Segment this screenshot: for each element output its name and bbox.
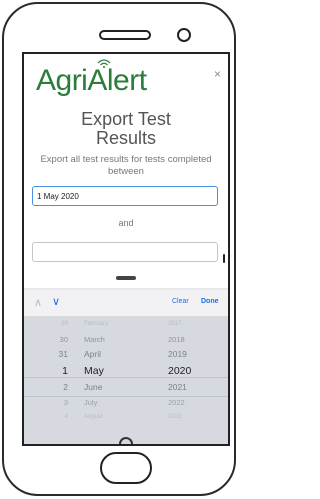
month-option-selected[interactable]: May [84, 362, 154, 380]
year-option-selected[interactable]: 2020 [168, 362, 218, 380]
year-option[interactable]: 2019 [168, 347, 218, 362]
modal-subtitle: Export all test results for tests comple… [40, 154, 212, 177]
year-option[interactable]: 2017 [168, 317, 218, 332]
modal-title: Export Test Results [24, 110, 228, 148]
year-option[interactable]: 2023 [168, 410, 218, 425]
done-button[interactable]: Done [201, 298, 219, 305]
close-button[interactable]: × [214, 67, 221, 81]
logo-text-alert: Alert [87, 64, 147, 97]
modal-title-line2: Results [95, 128, 157, 148]
previous-field-button[interactable]: ∧ [34, 296, 42, 309]
month-option[interactable]: August [84, 410, 154, 425]
signal-icon [97, 59, 111, 68]
month-option[interactable]: March [84, 332, 154, 347]
year-column[interactable]: 2017 2018 2019 2020 2021 2022 2023 [168, 317, 218, 425]
next-field-button[interactable]: ∨ [52, 295, 60, 308]
day-option[interactable]: 4 [38, 410, 68, 425]
month-option[interactable]: June [84, 380, 154, 395]
phone-frame: AgriAlert × Export Test Results Export a… [2, 2, 236, 496]
month-option[interactable]: April [84, 347, 154, 362]
logo-text-agri: Agri [36, 64, 88, 97]
month-option[interactable]: July [84, 395, 154, 410]
day-option[interactable]: 3 [38, 395, 68, 410]
month-option[interactable]: February [84, 317, 154, 332]
end-date-input[interactable] [32, 242, 218, 262]
day-column[interactable]: 29 30 31 1 2 3 4 [38, 317, 68, 425]
day-option-selected[interactable]: 1 [38, 362, 68, 380]
picker-toolbar: ∧ ∨ Clear Done [24, 290, 228, 317]
drag-handle[interactable] [116, 276, 136, 280]
year-option[interactable]: 2022 [168, 395, 218, 410]
day-option[interactable]: 30 [38, 332, 68, 347]
agrialert-logo: AgriAlert [36, 64, 147, 98]
modal-title-line1: Export Test [81, 109, 171, 129]
and-label: and [118, 218, 134, 228]
month-column[interactable]: February March April May June July Augus… [84, 317, 154, 425]
start-date-input[interactable]: 1 May 2020 [32, 186, 218, 206]
home-button[interactable] [100, 452, 152, 484]
day-option[interactable]: 31 [38, 347, 68, 362]
year-option[interactable]: 2021 [168, 380, 218, 395]
day-option[interactable]: 29 [38, 317, 68, 332]
export-modal: AgriAlert × Export Test Results Export a… [24, 54, 228, 288]
phone-screen: AgriAlert × Export Test Results Export a… [22, 52, 230, 446]
speaker-grille [99, 30, 151, 40]
scroll-indicator [223, 254, 225, 263]
year-option[interactable]: 2018 [168, 332, 218, 347]
clear-button[interactable]: Clear [172, 298, 189, 305]
date-picker-wheel[interactable]: 29 30 31 1 2 3 4 February March April Ma… [24, 317, 228, 444]
front-camera [177, 28, 191, 42]
day-option[interactable]: 2 [38, 380, 68, 395]
refresh-icon [119, 437, 133, 444]
